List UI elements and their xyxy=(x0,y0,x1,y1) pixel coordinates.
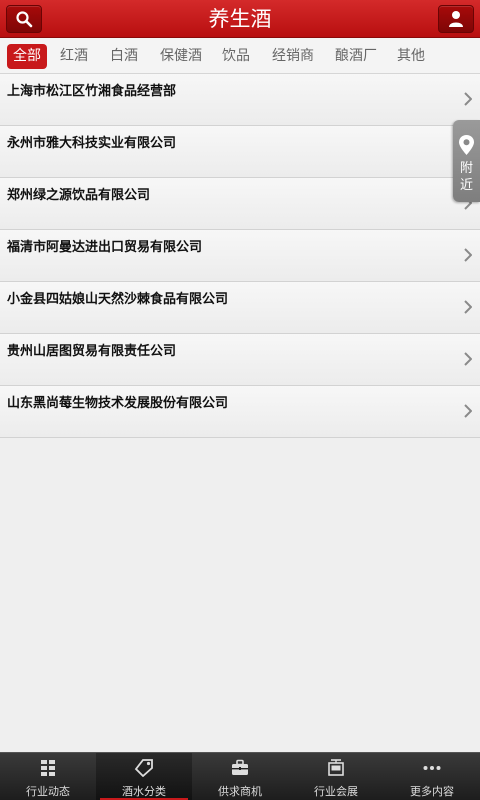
briefcase-icon xyxy=(232,759,248,775)
company-name: 郑州绿之源饮品有限公司 xyxy=(7,188,151,203)
tab-drinks[interactable]: 饮品 xyxy=(222,44,250,69)
tab-baijiu[interactable]: 白酒 xyxy=(110,44,138,69)
company-list: 上海市松江区竹湘食品经营部 永州市雅大科技实业有限公司 郑州绿之源饮品有限公司 … xyxy=(0,74,480,438)
chevron-right-icon xyxy=(464,404,472,418)
tab-brewery[interactable]: 酿酒厂 xyxy=(335,44,377,69)
exhibition-icon xyxy=(328,759,344,776)
tab-red-wine[interactable]: 红酒 xyxy=(60,44,88,69)
page-title: 养生酒 xyxy=(208,7,272,31)
nav-label: 行业会展 xyxy=(314,785,358,798)
tab-health-wine[interactable]: 保健酒 xyxy=(160,44,202,69)
company-name: 小金县四姑娘山天然沙棘食品有限公司 xyxy=(7,292,229,307)
list-item[interactable]: 永州市雅大科技实业有限公司 xyxy=(0,126,480,178)
app-header: 养生酒 xyxy=(0,0,480,38)
nav-liquor-category[interactable]: 酒水分类 xyxy=(96,753,192,800)
company-name: 贵州山居图贸易有限责任公司 xyxy=(7,344,177,359)
list-item[interactable]: 福清市阿曼达进出口贸易有限公司 xyxy=(0,230,480,282)
nearby-label: 附 近 xyxy=(459,161,473,193)
tab-distributor[interactable]: 经销商 xyxy=(272,44,314,69)
nav-label: 更多内容 xyxy=(410,785,454,798)
tab-all[interactable]: 全部 xyxy=(7,44,47,69)
user-button[interactable] xyxy=(438,5,474,33)
tag-icon xyxy=(134,759,153,777)
nearby-button[interactable]: 附 近 xyxy=(453,120,480,202)
more-dots-icon xyxy=(423,766,441,770)
nav-label: 行业动态 xyxy=(26,785,70,798)
list-item[interactable]: 上海市松江区竹湘食品经营部 xyxy=(0,74,480,126)
list-item[interactable]: 小金县四姑娘山天然沙棘食品有限公司 xyxy=(0,282,480,334)
news-grid-icon xyxy=(41,760,55,776)
chevron-right-icon xyxy=(464,352,472,366)
location-pin-icon xyxy=(459,135,474,155)
chevron-right-icon xyxy=(464,248,472,262)
nav-exhibitions[interactable]: 行业会展 xyxy=(288,753,384,800)
nav-supply-demand[interactable]: 供求商机 xyxy=(192,753,288,800)
category-tabs: 全部 红酒 白酒 保健酒 饮品 经销商 酿酒厂 其他 xyxy=(0,38,480,74)
company-name: 上海市松江区竹湘食品经营部 xyxy=(7,84,177,99)
company-name: 福清市阿曼达进出口贸易有限公司 xyxy=(7,240,203,255)
list-item[interactable]: 郑州绿之源饮品有限公司 xyxy=(0,178,480,230)
company-name: 山东黑尚莓生物技术发展股份有限公司 xyxy=(7,396,229,411)
user-icon xyxy=(449,11,463,27)
chevron-right-icon xyxy=(464,300,472,314)
tab-other[interactable]: 其他 xyxy=(397,44,425,69)
list-item[interactable]: 山东黑尚莓生物技术发展股份有限公司 xyxy=(0,386,480,438)
nav-more[interactable]: 更多内容 xyxy=(384,753,480,800)
company-name: 永州市雅大科技实业有限公司 xyxy=(7,136,177,151)
bottom-nav: 行业动态 酒水分类 供求商机 行业会展 更多内容 xyxy=(0,752,480,800)
nav-industry-news[interactable]: 行业动态 xyxy=(0,753,96,800)
chevron-right-icon xyxy=(464,92,472,106)
nav-label: 酒水分类 xyxy=(122,785,166,798)
nav-label: 供求商机 xyxy=(218,785,262,798)
list-item[interactable]: 贵州山居图贸易有限责任公司 xyxy=(0,334,480,386)
